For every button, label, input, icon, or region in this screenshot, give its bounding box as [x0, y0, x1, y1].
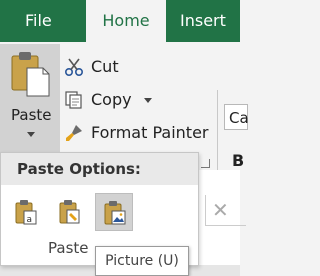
copy-button[interactable]: Copy: [64, 87, 164, 113]
copy-icon: [65, 91, 82, 109]
paste-formatting-icon: [59, 200, 80, 224]
paste-keep-source-option[interactable]: a: [7, 193, 45, 231]
paste-options-header: Paste Options:: [1, 153, 198, 185]
format-painter-label: Format Painter: [91, 123, 209, 142]
scissors-icon: [64, 58, 84, 77]
paste-dropdown-arrow[interactable]: [27, 132, 35, 137]
paste-button[interactable]: Paste: [0, 44, 60, 152]
paste-options-footer: Paste: [48, 239, 89, 257]
clipboard-paste-icon: [11, 52, 50, 97]
format-painter-button[interactable]: Format Painter: [64, 120, 214, 146]
tab-home[interactable]: Home: [86, 0, 166, 42]
paste-formatting-option[interactable]: [51, 193, 89, 231]
paintbrush-icon: [66, 125, 82, 141]
paste-keep-source-icon: a: [15, 200, 37, 225]
bold-button[interactable]: B: [232, 151, 244, 170]
svg-text:a: a: [27, 215, 33, 225]
picture-tooltip: Picture (U): [95, 246, 189, 276]
font-name-box[interactable]: Ca: [224, 104, 249, 130]
paste-label: Paste: [11, 106, 52, 124]
ribbon-tab-bar: File Home Insert: [0, 0, 240, 42]
copy-label: Copy: [91, 90, 132, 109]
copy-dropdown-arrow[interactable]: [144, 98, 152, 103]
cancel-entry-icon[interactable]: ✕: [212, 198, 229, 222]
tab-file[interactable]: File: [25, 0, 52, 42]
tab-insert[interactable]: Insert: [180, 0, 226, 42]
paste-picture-option[interactable]: [95, 193, 133, 231]
paste-options-title: Paste Options:: [17, 160, 141, 178]
cut-label: Cut: [91, 57, 119, 76]
clipboard-dialog-launcher[interactable]: [201, 159, 210, 168]
paste-picture-icon: [104, 201, 126, 225]
ribbon-home-panel: Paste Cut Copy Format Painter Ca B: [0, 42, 249, 205]
